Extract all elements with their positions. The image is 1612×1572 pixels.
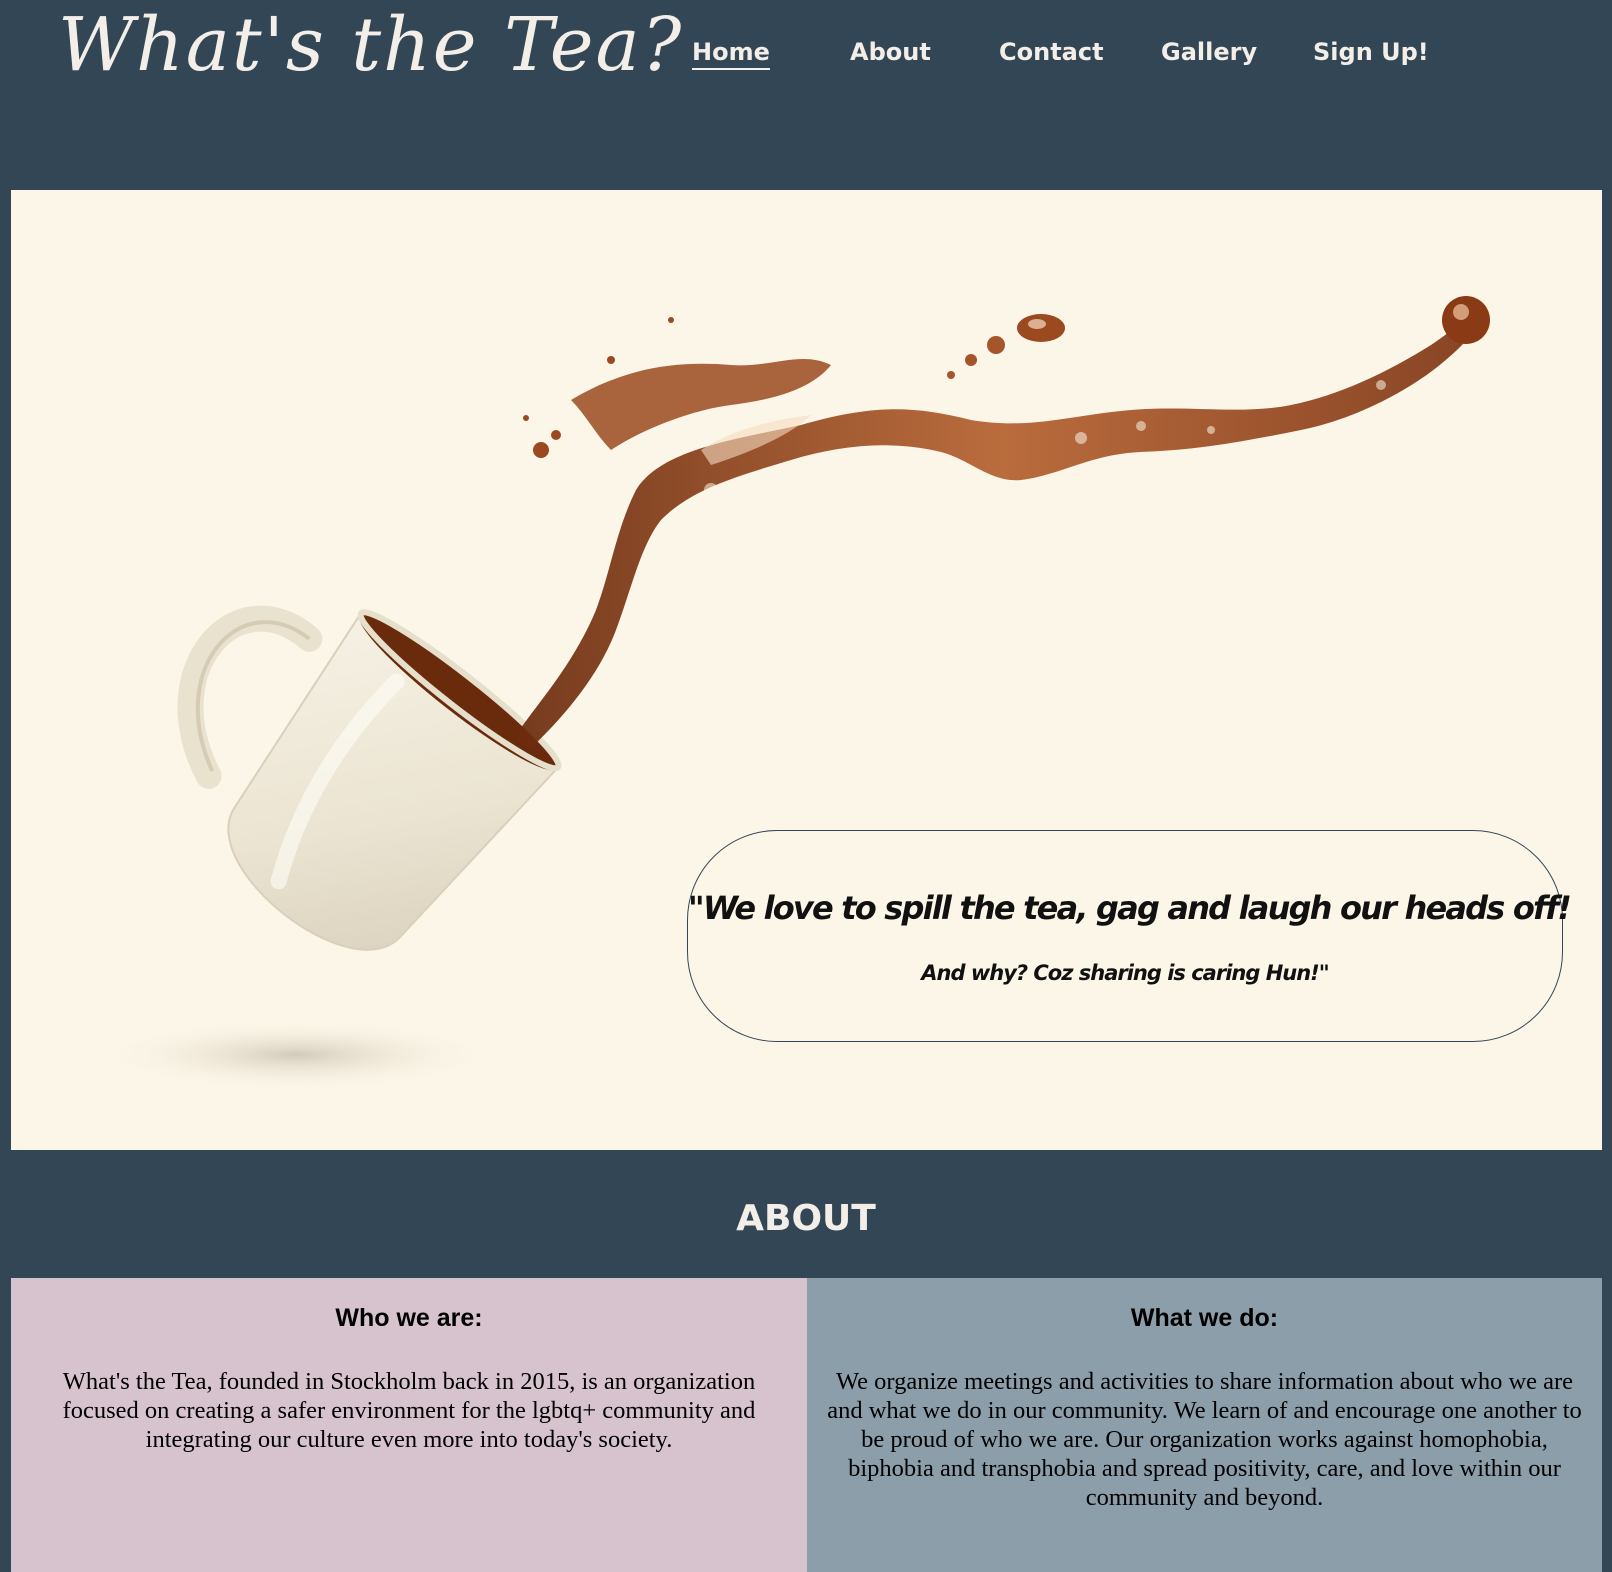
what-we-do-text: We organize meetings and activities to s… (827, 1368, 1582, 1511)
about-title: ABOUT (736, 1198, 876, 1239)
cup-shadow (96, 1019, 496, 1091)
tea-splash (513, 296, 1490, 748)
who-we-are-panel: Who we are: What's the Tea, founded in S… (11, 1278, 807, 1572)
hero-banner: "We love to spill the tea, gag and laugh… (11, 190, 1602, 1150)
hero-quote-sub: And why? Coz sharing is caring Hun!" (921, 961, 1329, 985)
teacup (177, 605, 562, 951)
what-we-do-heading: What we do: (1130, 1304, 1279, 1332)
nav-gallery-link[interactable]: Gallery (1161, 38, 1257, 66)
site-header: What's the Tea? Home About Contact Galle… (0, 0, 1612, 190)
nav-home-link[interactable]: Home (692, 38, 770, 70)
nav-about-link[interactable]: About (850, 38, 931, 66)
main-nav: Home About Contact Gallery Sign Up! (0, 38, 1612, 78)
hero-quote-box: "We love to spill the tea, gag and laugh… (687, 830, 1572, 1042)
hero-quote-main: "We love to spill the tea, gag and laugh… (688, 889, 1572, 927)
who-we-are-heading: Who we are: (335, 1304, 483, 1332)
nav-signup-link[interactable]: Sign Up! (1313, 38, 1429, 66)
who-we-are-text: What's the Tea, founded in Stockholm bac… (62, 1368, 756, 1453)
nav-contact-link[interactable]: Contact (999, 38, 1104, 66)
what-we-do-panel: What we do: We organize meetings and act… (807, 1278, 1602, 1572)
